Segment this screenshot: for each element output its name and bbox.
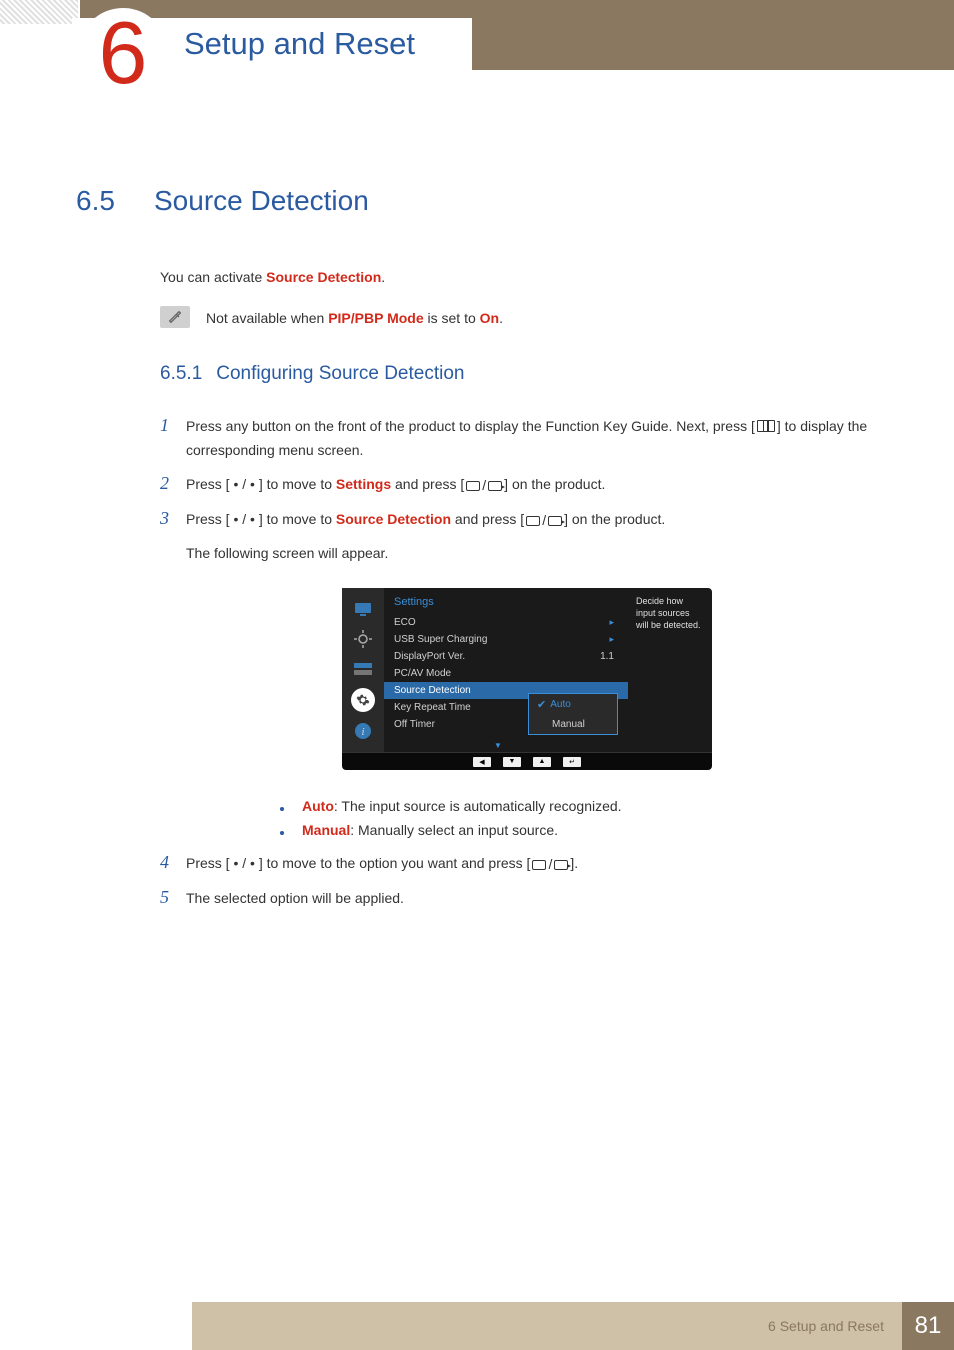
subsection-number: 6.5.1 <box>160 363 202 385</box>
header-decoration <box>0 0 78 24</box>
nav-left-icon: ◀ <box>473 757 491 767</box>
osd-popup-auto: ✔Auto <box>529 694 617 715</box>
step-4: 4 Press [ • / • ] to move to the option … <box>160 852 894 877</box>
osd-sidebar: i <box>342 588 384 752</box>
intro-paragraph: You can activate Source Detection. <box>160 267 894 288</box>
step-5: 5 The selected option will be applied. <box>160 887 894 911</box>
menu-icon <box>757 420 775 432</box>
info-icon: i <box>352 720 374 742</box>
page-footer: 6 Setup and Reset 81 <box>0 1302 954 1350</box>
step-list: 1 Press any button on the front of the p… <box>160 415 894 911</box>
bullet-auto: Auto: The input source is automatically … <box>280 798 894 814</box>
chapter-badge: 6 <box>78 8 168 98</box>
section-heading: 6.5Source Detection <box>76 185 894 217</box>
section-number: 6.5 <box>76 185 154 217</box>
osd-row-usb: USB Super Charging▸ <box>384 631 628 648</box>
osd-screenshot: i Settings ECO▸ USB Super Charging▸ Disp… <box>342 588 712 770</box>
step-2: 2 Press [ • / • ] to move to Settings an… <box>160 473 894 498</box>
osd-help-text: Decide how input sources will be detecte… <box>628 588 712 752</box>
footer-chapter: 6 Setup and Reset <box>768 1318 884 1334</box>
note-text: Not available when PIP/PBP Mode is set t… <box>206 306 503 329</box>
subsection-title: Configuring Source Detection <box>216 363 464 384</box>
brightness-icon <box>352 628 374 650</box>
page-header: 6 Setup and Reset <box>0 0 954 90</box>
bullet-list: Auto: The input source is automatically … <box>280 798 894 838</box>
scroll-down-icon: ▼ <box>494 741 502 750</box>
gear-icon <box>351 688 375 712</box>
section-title: Source Detection <box>154 185 369 216</box>
nav-down-icon: ▼ <box>503 757 521 767</box>
source-enter-icon: / <box>466 474 502 498</box>
osd-row-pcav: PC/AV Mode <box>384 665 628 682</box>
osd-row-dp: DisplayPort Ver.1.1 <box>384 648 628 665</box>
osd-popup-manual: Manual <box>529 715 617 734</box>
source-enter-icon: / <box>526 509 562 533</box>
subsection-heading: 6.5.1 Configuring Source Detection <box>160 363 894 385</box>
note-icon <box>160 306 190 328</box>
svg-text:i: i <box>361 726 364 738</box>
chapter-title: Setup and Reset <box>184 26 415 62</box>
content: 6.5Source Detection You can activate Sou… <box>76 185 894 921</box>
nav-enter-icon: ↵ <box>563 757 581 767</box>
monitor-icon <box>352 598 374 620</box>
note: Not available when PIP/PBP Mode is set t… <box>160 306 894 329</box>
nav-up-icon: ▲ <box>533 757 551 767</box>
chapter-number: 6 <box>99 9 148 97</box>
step-3-sub: The following screen will appear. <box>186 542 894 566</box>
layout-icon <box>352 658 374 680</box>
step-1: 1 Press any button on the front of the p… <box>160 415 894 463</box>
term-source-detection: Source Detection <box>266 269 381 285</box>
osd-title: Settings <box>384 596 628 614</box>
step-3: 3 Press [ • / • ] to move to Source Dete… <box>160 508 894 533</box>
osd-nav-bar: ◀ ▼ ▲ ↵ <box>342 752 712 770</box>
osd-popup: ✔Auto Manual <box>528 693 618 735</box>
osd-row-eco: ECO▸ <box>384 614 628 631</box>
check-icon: ✔ <box>537 698 546 711</box>
bullet-manual: Manual: Manually select an input source. <box>280 822 894 838</box>
osd-main-panel: Settings ECO▸ USB Super Charging▸ Displa… <box>384 588 628 752</box>
source-enter-icon: / <box>532 853 568 877</box>
footer-page-number: 81 <box>902 1302 954 1350</box>
